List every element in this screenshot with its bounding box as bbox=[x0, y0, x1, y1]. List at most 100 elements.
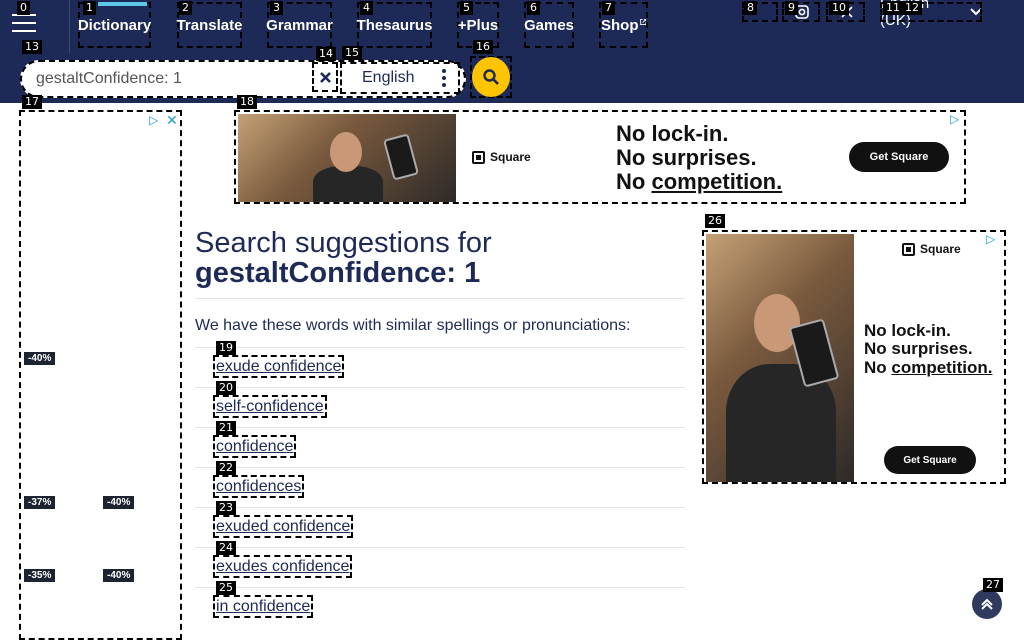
brand-name: Square bbox=[490, 150, 531, 164]
list-item: exuded confidence bbox=[195, 507, 685, 547]
discount-badge: -40% bbox=[103, 496, 135, 509]
search-results: Search suggestions for gestaltConfidence… bbox=[195, 228, 685, 627]
suggestion-link[interactable]: in confidence bbox=[213, 595, 314, 618]
list-item: self-confidence bbox=[195, 387, 685, 427]
element-tag: 14 bbox=[316, 47, 336, 61]
dictionary-selector[interactable]: English bbox=[340, 62, 460, 94]
element-tag: 22 bbox=[216, 461, 236, 475]
element-tag: 2 bbox=[179, 1, 192, 15]
nav-label: Games bbox=[523, 16, 575, 34]
element-tag: 20 bbox=[216, 381, 236, 395]
ad-line-3-prefix: No bbox=[864, 357, 892, 377]
nav-label: Translate bbox=[176, 16, 243, 34]
nav-label: Shop bbox=[601, 16, 639, 34]
top-navigation-bar bbox=[0, 0, 1024, 53]
suggestion-link[interactable]: confidence bbox=[213, 435, 297, 458]
ad-line-3: No competition. bbox=[864, 357, 993, 377]
top-banner-ad[interactable]: Square No lock-in. No surprises. No comp… bbox=[234, 110, 966, 204]
ad-tagline: No lock-in. No surprises. No competition… bbox=[616, 122, 782, 193]
element-tag: 17 bbox=[22, 95, 42, 109]
title-query: gestaltConfidence: 1 bbox=[195, 257, 481, 289]
element-tag: 13 bbox=[22, 40, 42, 54]
element-tag: 4 bbox=[360, 1, 373, 15]
nav-label: Grammar bbox=[266, 16, 333, 34]
suggestion-link[interactable]: confidences bbox=[213, 475, 305, 498]
ad-line-2: No surprises. bbox=[864, 339, 973, 359]
element-tag: 12 bbox=[902, 1, 922, 15]
clear-search-button[interactable] bbox=[312, 62, 338, 92]
back-to-top-button[interactable] bbox=[972, 589, 1002, 619]
element-tag: 16 bbox=[473, 40, 493, 54]
element-tag: 21 bbox=[216, 421, 236, 435]
title-prefix: Search suggestions for bbox=[195, 227, 492, 259]
close-ad-icon[interactable]: ✕ bbox=[166, 112, 178, 129]
chevron-up-icon bbox=[981, 598, 993, 610]
close-icon bbox=[319, 71, 331, 83]
element-tag: 27 bbox=[983, 578, 1003, 592]
external-link-icon bbox=[639, 18, 646, 26]
intro-text: We have these words with similar spellin… bbox=[195, 317, 631, 334]
get-square-button[interactable]: Get Square bbox=[884, 446, 976, 474]
suggestion-link[interactable]: exuded confidence bbox=[213, 515, 354, 538]
element-tag: 24 bbox=[216, 541, 236, 555]
left-advertisement[interactable]: ▷ ✕ bbox=[19, 110, 182, 640]
element-tag: 5 bbox=[460, 1, 473, 15]
element-tag: 3 bbox=[270, 1, 283, 15]
list-item: in confidence bbox=[195, 587, 685, 627]
more-options-icon bbox=[442, 69, 446, 87]
ad-photo bbox=[238, 114, 456, 202]
nav-label: Thesaurus bbox=[356, 16, 433, 34]
element-tag: 7 bbox=[602, 1, 615, 15]
element-tag: 0 bbox=[17, 1, 30, 15]
right-advertisement[interactable]: Square No lock-in. No surprises. No comp… bbox=[702, 230, 1006, 484]
element-tag: 19 bbox=[216, 341, 236, 355]
brand-name: Square bbox=[920, 242, 961, 256]
get-square-button[interactable]: Get Square bbox=[849, 142, 949, 172]
element-tag: 10 bbox=[829, 1, 849, 15]
page-title: Search suggestions for gestaltConfidence… bbox=[195, 228, 685, 288]
search-icon bbox=[483, 69, 499, 85]
square-logo-icon bbox=[902, 242, 915, 256]
dictionary-label: English bbox=[362, 69, 415, 86]
element-tag: 23 bbox=[216, 501, 236, 515]
active-indicator bbox=[98, 2, 147, 6]
element-tag: 26 bbox=[705, 214, 725, 228]
ad-line-3-emphasis: competition. bbox=[651, 168, 783, 194]
element-tag: 18 bbox=[237, 95, 257, 109]
adchoices-icon[interactable]: ▷ bbox=[149, 113, 158, 127]
suggestion-link[interactable]: exude confidence bbox=[213, 355, 345, 378]
ad-line-1: No lock-in. bbox=[864, 321, 951, 340]
search-input[interactable] bbox=[36, 69, 306, 89]
square-logo: Square bbox=[472, 150, 531, 164]
search-button[interactable] bbox=[470, 56, 512, 98]
square-logo-icon bbox=[472, 150, 485, 164]
menu-icon[interactable] bbox=[12, 14, 36, 34]
discount-badge: -35% bbox=[24, 569, 56, 582]
discount-badge: -37% bbox=[24, 496, 56, 509]
ad-tagline: No lock-in. No surprises. No competition… bbox=[864, 321, 993, 377]
element-tag: 9 bbox=[785, 1, 798, 15]
suggestion-link[interactable]: exudes confidence bbox=[213, 555, 353, 578]
discount-badge: -40% bbox=[103, 569, 135, 582]
suggestion-link[interactable]: self-confidence bbox=[213, 395, 327, 418]
ad-line-1: No lock-in. bbox=[616, 121, 729, 146]
element-tag: 1 bbox=[83, 1, 96, 15]
element-tag: 15 bbox=[342, 46, 362, 60]
element-tag: 25 bbox=[216, 581, 236, 595]
square-logo: Square bbox=[902, 242, 961, 256]
element-tag: 11 bbox=[883, 1, 903, 15]
ad-line-2: No surprises. bbox=[616, 144, 757, 170]
ad-line-3-emphasis: competition. bbox=[891, 357, 993, 377]
search-button-circle bbox=[472, 57, 510, 97]
ad-line-3-prefix: No bbox=[616, 168, 652, 194]
discount-badge: -40% bbox=[24, 352, 56, 365]
list-item: confidence bbox=[195, 427, 685, 467]
adchoices-icon[interactable]: ▷ bbox=[950, 112, 959, 126]
nav-label: +Plus bbox=[457, 16, 499, 34]
list-item: exudes confidence bbox=[195, 547, 685, 587]
element-tag: 6 bbox=[527, 1, 540, 15]
divider bbox=[69, 0, 70, 53]
nav-label: Dictionary bbox=[77, 16, 152, 34]
adchoices-icon[interactable]: ▷ bbox=[986, 232, 995, 246]
element-tag: 8 bbox=[744, 1, 757, 15]
